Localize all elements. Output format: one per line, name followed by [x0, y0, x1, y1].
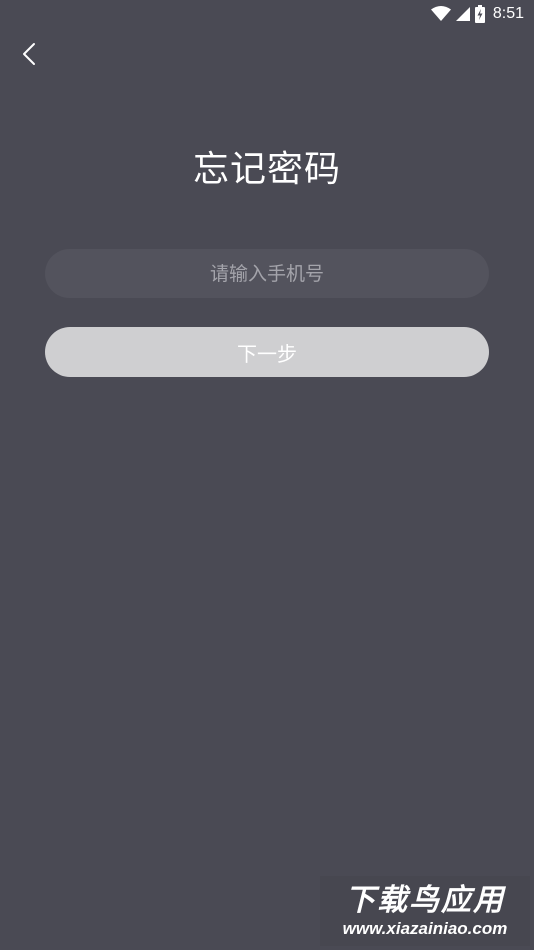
watermark-url: www.xiazainiao.com [342, 919, 508, 938]
signal-icon [455, 7, 470, 21]
next-button[interactable]: 下一步 [45, 327, 489, 377]
chevron-left-icon [23, 43, 35, 65]
back-button[interactable] [14, 38, 44, 70]
battery-charging-icon [474, 5, 485, 23]
page-title: 忘记密码 [192, 149, 341, 190]
status-time: 8:51 [492, 5, 524, 22]
watermark-logo: 下载鸟应用 www.xiazainiao.com [320, 876, 530, 946]
status-bar: 8:51 [0, 0, 534, 28]
phone-input[interactable] [45, 249, 489, 298]
wifi-icon [430, 6, 451, 21]
watermark-title: 下载鸟应用 [345, 883, 505, 918]
